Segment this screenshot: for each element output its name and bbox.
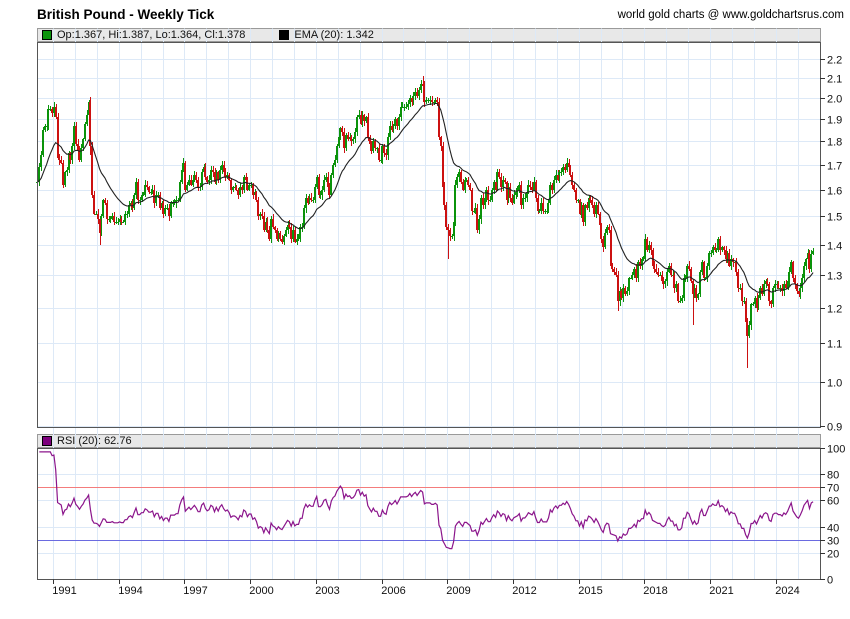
main-y-tick-label: 1.0 [827,378,842,390]
main-y-tick-label: 1.9 [827,115,842,127]
main-y-tick-label: 1.7 [827,161,842,173]
main-y-tick-label: 1.6 [827,186,842,198]
rsi-y-tick-label: 70 [827,483,839,495]
x-tick-label: 2006 [381,585,405,597]
main-y-tick-label: 1.8 [827,137,842,149]
x-tick-label: 1994 [118,585,142,597]
main-y-tick-label: 1.2 [827,304,842,316]
rsi-y-tick-label: 30 [827,536,839,548]
chart-canvas: British Pound - Weekly Tick world gold c… [0,0,850,619]
grid-layer [37,28,820,580]
main-y-tick-label: 2.1 [827,74,842,86]
rsi-y-tick-label: 0 [827,575,833,587]
x-tick-label: 2012 [512,585,536,597]
x-tick-label: 2018 [643,585,667,597]
x-tick-label: 2021 [709,585,733,597]
x-tick-label: 2024 [775,585,799,597]
rsi-y-tick-label: 40 [827,523,839,535]
rsi-y-tick-label: 20 [827,549,839,561]
main-y-tick-label: 2.0 [827,94,842,106]
x-tick-label: 2003 [315,585,339,597]
price-and-rsi-chart: 2.2 2.1 2.0 1.9 1.8 1.7 1.6 1.5 1.4 1.3 1.2 1.1 1.0 0… [36,28,845,597]
x-tick-label: 2000 [249,585,273,597]
main-y-tick-label: 2.2 [827,55,842,67]
main-y-tick-label: 0.9 [827,422,842,434]
rsi-y-tick-label: 80 [827,470,839,482]
rsi-y-tick-label: 60 [827,496,839,508]
x-tick-label: 1991 [52,585,76,597]
main-y-tick-label: 1.5 [827,212,842,224]
x-tick-label: 2015 [578,585,602,597]
x-tick-label: 2009 [446,585,470,597]
x-tick-label: 1997 [183,585,207,597]
rsi-y-tick-label: 100 [827,444,845,456]
main-y-tick-label: 1.3 [827,271,842,283]
main-y-tick-label: 1.4 [827,241,842,253]
main-y-tick-label: 1.1 [827,339,842,351]
